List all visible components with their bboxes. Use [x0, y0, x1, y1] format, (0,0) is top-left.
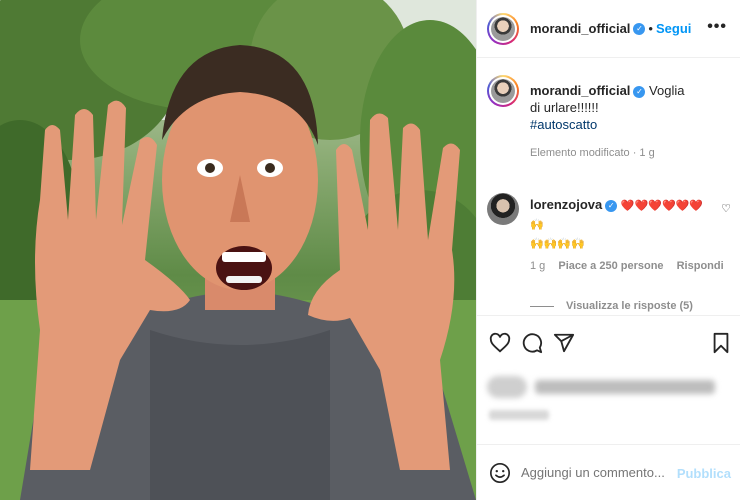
- commenter-avatar[interactable]: [487, 193, 519, 225]
- bookmark-icon[interactable]: [711, 332, 731, 354]
- view-replies-button[interactable]: Visualizza le risposte (5): [530, 300, 693, 312]
- post-photo[interactable]: [0, 0, 476, 500]
- caption-hashtag[interactable]: #autoscatto: [530, 116, 690, 133]
- comment-username[interactable]: lorenzojova: [530, 197, 602, 212]
- comment-like-heart-icon[interactable]: ♡: [721, 202, 731, 215]
- caption-username[interactable]: morandi_official: [530, 83, 630, 98]
- caption-meta: Elemento modificato · 1 g: [530, 147, 655, 159]
- post-header: morandi_official ✓ • Segui •••: [477, 0, 740, 58]
- action-bar: [477, 315, 740, 365]
- separator-dot: •: [648, 21, 653, 36]
- comment-age: 1 g: [530, 260, 546, 272]
- post-comment-button[interactable]: Pubblica: [677, 466, 731, 481]
- caption: morandi_official ✓ Voglia di urlare!!!!!!…: [530, 82, 690, 159]
- comment-icon[interactable]: [521, 332, 543, 354]
- post-side-panel: morandi_official ✓ • Segui ••• morandi_offi…: [476, 0, 740, 500]
- more-options-icon[interactable]: •••: [707, 18, 727, 36]
- author-avatar[interactable]: [487, 13, 519, 45]
- comment: lorenzojova ✓ ❤️❤️❤️❤️❤️❤️🙌 🙌🙌🙌🙌 1 g Piac…: [530, 196, 724, 272]
- verified-badge-icon: ✓: [633, 22, 646, 35]
- reply-button[interactable]: Rispondi: [677, 260, 724, 272]
- emoji-icon[interactable]: [489, 462, 511, 484]
- header-author-line: morandi_official ✓ • Segui: [530, 20, 691, 38]
- caption-author-avatar[interactable]: [487, 75, 519, 107]
- follow-button[interactable]: Segui: [656, 21, 691, 36]
- add-comment-bar: Pubblica: [477, 444, 740, 500]
- comments-list[interactable]: morandi_official ✓ Voglia di urlare!!!!!!…: [477, 59, 740, 315]
- verified-badge-icon: ✓: [633, 85, 646, 98]
- comment-text-line2: 🙌🙌🙌🙌: [530, 238, 585, 250]
- view-replies-label: Visualizza le risposte (5): [566, 300, 693, 312]
- heart-icon[interactable]: [489, 332, 511, 354]
- replies-divider-line: [530, 305, 554, 307]
- comment-meta: 1 g Piace a 250 persone Rispondi: [530, 260, 724, 272]
- post-date-blurred: [489, 410, 549, 420]
- header-username[interactable]: morandi_official: [530, 21, 630, 36]
- comment-input[interactable]: [521, 465, 671, 480]
- likes-summary-blurred: [487, 372, 721, 402]
- comment-likes[interactable]: Piace a 250 persone: [558, 260, 663, 272]
- share-icon[interactable]: [553, 332, 575, 354]
- verified-badge-icon: ✓: [605, 199, 618, 212]
- post-photo-illustration: [0, 0, 476, 500]
